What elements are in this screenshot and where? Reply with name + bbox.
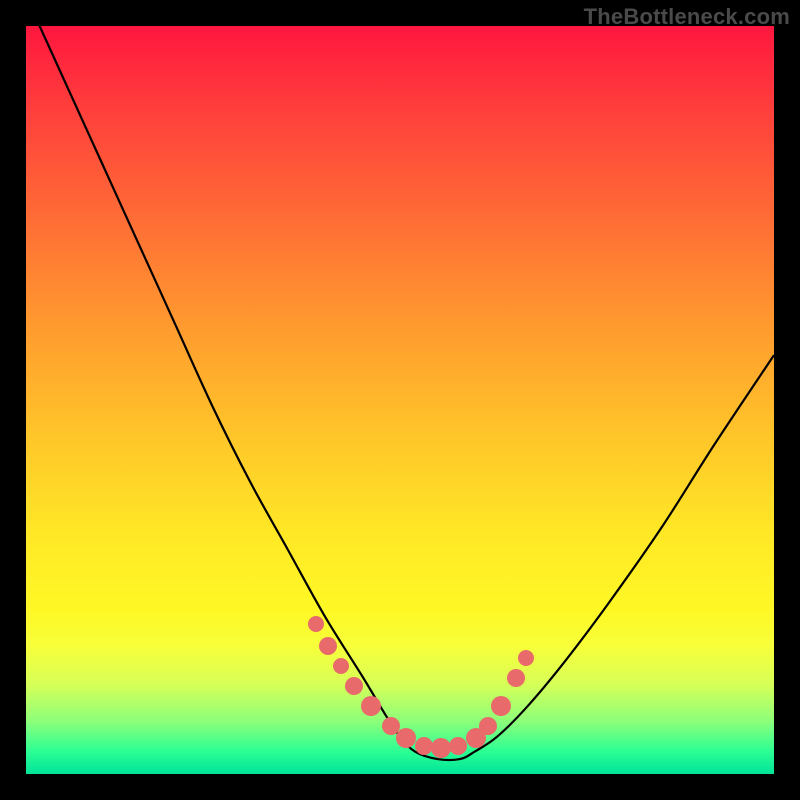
highlight-marker xyxy=(415,737,433,755)
highlight-marker xyxy=(361,696,381,716)
highlight-marker xyxy=(507,669,525,687)
chart-plot-area xyxy=(26,26,774,774)
highlight-markers-group xyxy=(308,616,534,758)
highlight-marker xyxy=(479,717,497,735)
highlight-marker xyxy=(308,616,324,632)
chart-svg xyxy=(26,26,774,774)
highlight-marker xyxy=(333,658,349,674)
bottleneck-curve-path xyxy=(26,0,774,760)
watermark-text: TheBottleneck.com xyxy=(584,4,790,30)
highlight-marker xyxy=(319,637,337,655)
highlight-marker xyxy=(518,650,534,666)
highlight-marker xyxy=(396,728,416,748)
highlight-marker xyxy=(345,677,363,695)
highlight-marker xyxy=(491,696,511,716)
highlight-marker xyxy=(449,737,467,755)
highlight-marker xyxy=(382,717,400,735)
highlight-marker xyxy=(431,738,451,758)
